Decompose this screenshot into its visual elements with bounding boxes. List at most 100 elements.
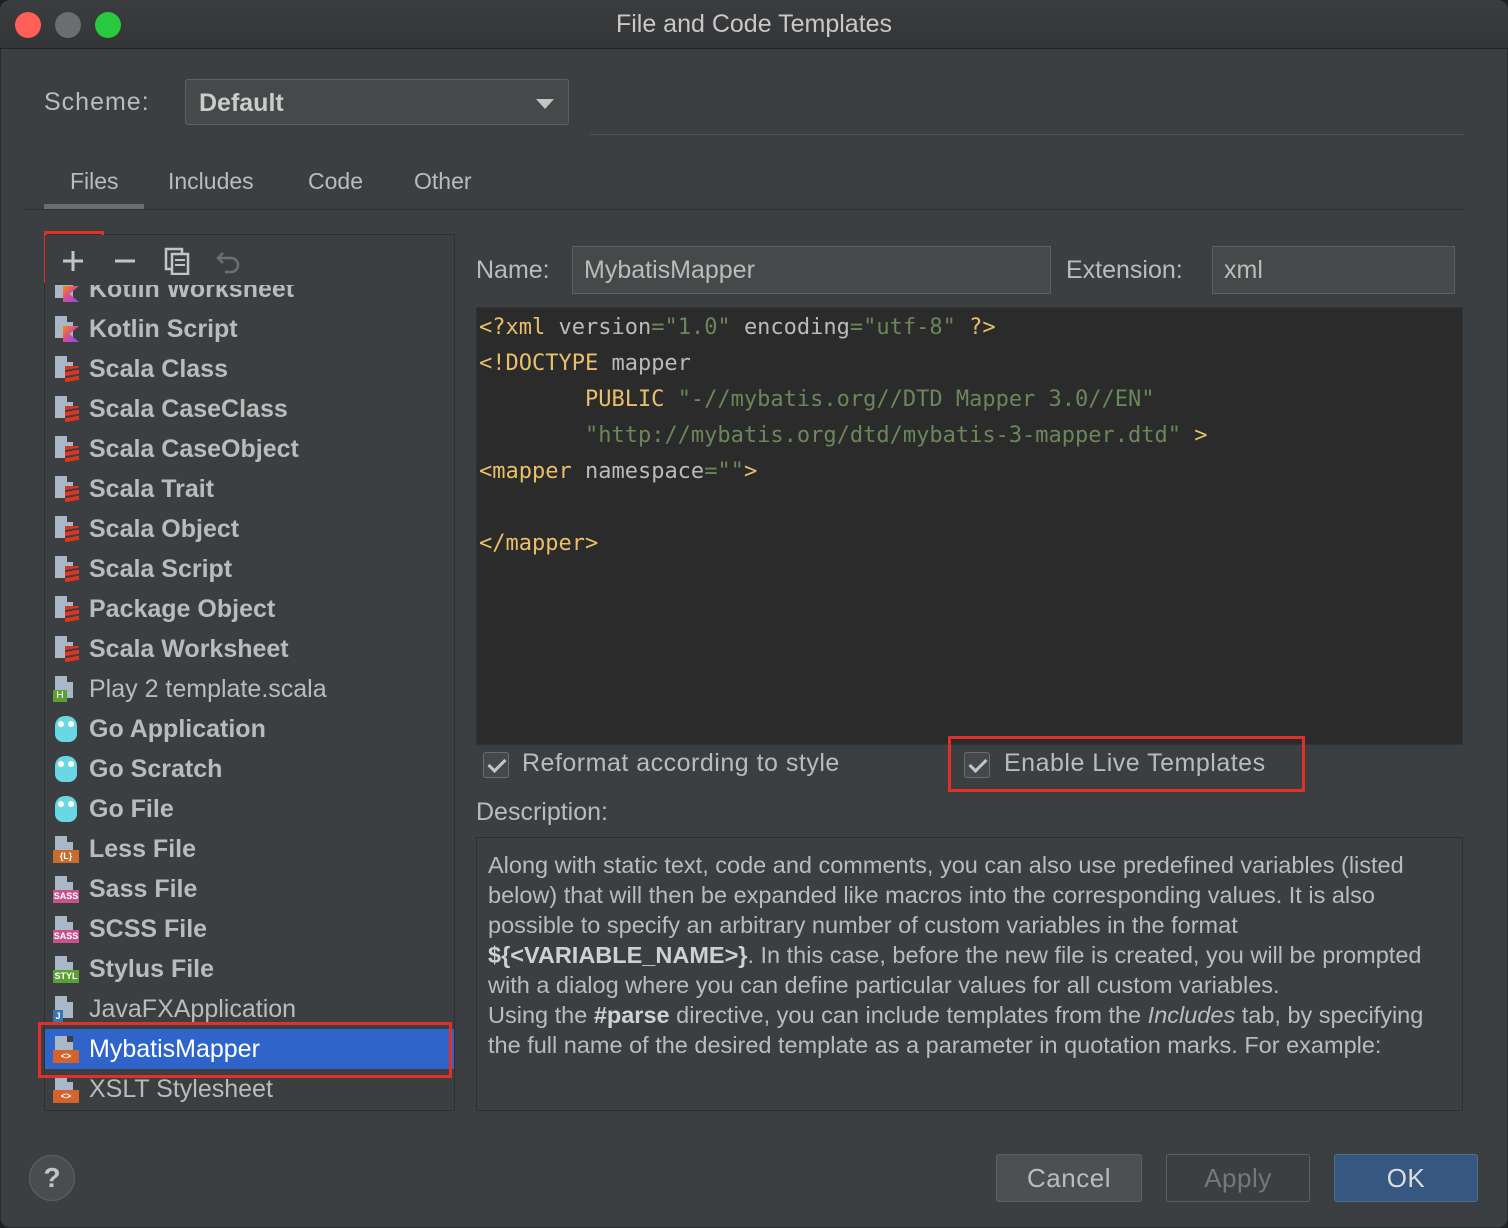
template-label: Go Application bbox=[89, 714, 266, 743]
scheme-label: Scheme: bbox=[44, 88, 150, 116]
template-label: Scala Trait bbox=[89, 474, 215, 503]
scala-file-icon bbox=[53, 594, 81, 624]
xml-badge: <> bbox=[53, 1090, 79, 1103]
scala-file-icon bbox=[53, 474, 81, 504]
name-field[interactable] bbox=[572, 246, 1051, 294]
list-item[interactable]: Kotlin Script bbox=[45, 309, 454, 349]
name-label: Name: bbox=[476, 256, 550, 284]
stylus-badge: STYL bbox=[53, 970, 79, 983]
ok-button[interactable]: OK bbox=[1334, 1154, 1478, 1202]
separator bbox=[590, 134, 1464, 135]
list-toolbar bbox=[45, 235, 454, 285]
reset-template-button[interactable] bbox=[209, 241, 249, 281]
list-item[interactable]: STYL Stylus File bbox=[45, 949, 454, 989]
go-gopher-icon bbox=[53, 754, 81, 784]
template-label: Scala Class bbox=[89, 354, 228, 383]
tab-other[interactable]: Other bbox=[414, 168, 472, 195]
xml-file-icon: <> bbox=[53, 1074, 81, 1104]
template-label: Kotlin Script bbox=[89, 314, 238, 343]
scala-file-icon bbox=[53, 434, 81, 464]
scala-file-icon bbox=[53, 394, 81, 424]
scala-file-icon bbox=[53, 514, 81, 544]
list-item[interactable]: Scala CaseObject bbox=[45, 429, 454, 469]
template-label: Scala Object bbox=[89, 514, 240, 543]
cancel-button[interactable]: Cancel bbox=[996, 1154, 1142, 1202]
selected-item-highlight bbox=[38, 1022, 452, 1078]
list-item[interactable]: H Play 2 template.scala bbox=[45, 669, 454, 709]
copy-icon bbox=[164, 247, 190, 275]
scheme-value: Default bbox=[199, 89, 284, 117]
reformat-label: Reformat according to style bbox=[522, 749, 840, 777]
list-item[interactable]: Go File bbox=[45, 789, 454, 829]
template-label: Sass File bbox=[89, 874, 198, 903]
kotlin-file-icon bbox=[53, 314, 81, 344]
template-label: Stylus File bbox=[89, 954, 215, 983]
help-button[interactable]: ? bbox=[29, 1155, 75, 1201]
list-item[interactable]: Scala Object bbox=[45, 509, 454, 549]
stylus-file-icon: STYL bbox=[53, 954, 81, 984]
template-label: JavaFXApplication bbox=[89, 994, 297, 1023]
window-title: File and Code Templates bbox=[615, 10, 893, 38]
list-item[interactable]: Scala CaseClass bbox=[45, 389, 454, 429]
template-label: Scala CaseClass bbox=[89, 394, 288, 423]
go-gopher-icon bbox=[53, 794, 81, 824]
add-template-button[interactable] bbox=[53, 241, 93, 281]
sass-file-icon: SASS bbox=[53, 914, 81, 944]
list-item[interactable]: Scala Trait bbox=[45, 469, 454, 509]
apply-button[interactable]: Apply bbox=[1166, 1154, 1310, 1202]
template-label: Play 2 template.scala bbox=[89, 674, 327, 703]
template-label: Less File bbox=[89, 834, 196, 863]
list-item[interactable]: Scala Class bbox=[45, 349, 454, 389]
description-label: Description: bbox=[476, 798, 608, 826]
code-text: <?xml version="1.0" encoding="utf-8" ?> … bbox=[479, 315, 1208, 556]
remove-template-button[interactable] bbox=[105, 241, 145, 281]
chevron-down-icon bbox=[536, 99, 554, 109]
tab-files[interactable]: Files bbox=[70, 168, 119, 195]
sass-file-icon: SASS bbox=[53, 874, 81, 904]
template-list-panel: Kotlin Worksheet Kotlin Script Scala Cla… bbox=[44, 234, 455, 1111]
template-label: Scala CaseObject bbox=[89, 434, 299, 463]
template-label: Go File bbox=[89, 794, 174, 823]
template-code-editor[interactable]: <?xml version="1.0" encoding="utf-8" ?> … bbox=[476, 307, 1463, 745]
list-item[interactable]: Go Application bbox=[45, 709, 454, 749]
extension-label: Extension: bbox=[1066, 256, 1183, 284]
template-label: XSLT Stylesheet bbox=[89, 1074, 273, 1103]
java-file-icon: J bbox=[53, 994, 81, 1024]
html-file-icon: H bbox=[53, 674, 81, 704]
list-item[interactable]: {L} Less File bbox=[45, 829, 454, 869]
less-file-icon: {L} bbox=[53, 834, 81, 864]
description-panel[interactable]: Along with static text, code and comment… bbox=[476, 837, 1463, 1111]
template-list: Kotlin Worksheet Kotlin Script Scala Cla… bbox=[45, 269, 454, 1109]
plus-icon bbox=[63, 251, 83, 271]
go-gopher-icon bbox=[53, 714, 81, 744]
list-item[interactable]: SASS Sass File bbox=[45, 869, 454, 909]
tabs-divider bbox=[24, 209, 1464, 210]
html-badge: H bbox=[53, 690, 67, 702]
extension-field[interactable] bbox=[1212, 246, 1455, 294]
list-item[interactable]: SASS SCSS File bbox=[45, 909, 454, 949]
tab-code[interactable]: Code bbox=[308, 168, 363, 195]
copy-template-button[interactable] bbox=[157, 241, 197, 281]
less-badge: {L} bbox=[53, 850, 79, 863]
template-label: Go Scratch bbox=[89, 754, 223, 783]
scala-file-icon bbox=[53, 554, 81, 584]
template-label: Scala Worksheet bbox=[89, 634, 289, 663]
reformat-checkbox[interactable] bbox=[483, 752, 509, 778]
dialog-window: File and Code Templates Scheme: Default … bbox=[0, 0, 1508, 1228]
template-label: SCSS File bbox=[89, 914, 208, 943]
scheme-dropdown[interactable]: Default bbox=[185, 79, 569, 125]
undo-icon bbox=[216, 252, 240, 274]
sass-badge: SASS bbox=[53, 930, 79, 943]
list-item[interactable]: Package Object bbox=[45, 589, 454, 629]
description-text: Along with static text, code and comment… bbox=[488, 852, 1424, 1058]
tab-includes[interactable]: Includes bbox=[168, 168, 254, 195]
scala-file-icon bbox=[53, 634, 81, 664]
scala-file-icon bbox=[53, 354, 81, 384]
minus-icon bbox=[115, 259, 135, 263]
list-item[interactable]: Scala Worksheet bbox=[45, 629, 454, 669]
list-item[interactable]: Go Scratch bbox=[45, 749, 454, 789]
sass-badge: SASS bbox=[53, 890, 79, 903]
template-label: Package Object bbox=[89, 594, 276, 623]
list-item[interactable]: Scala Script bbox=[45, 549, 454, 589]
template-label: Scala Script bbox=[89, 554, 233, 583]
